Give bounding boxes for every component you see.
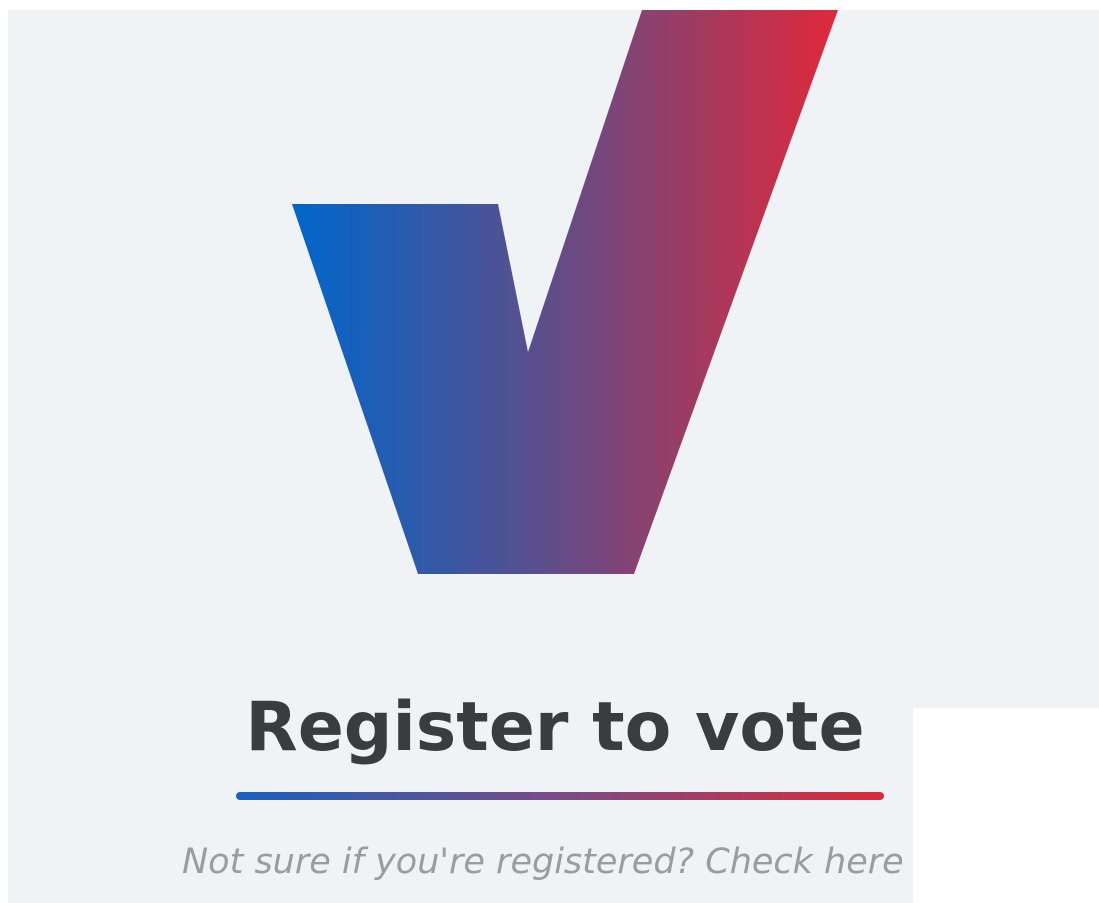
- overlay-corner: [913, 708, 1099, 903]
- checkmark-icon: [292, 10, 838, 574]
- title-underline: [236, 792, 884, 800]
- check-registration-link[interactable]: Not sure if you're registered? Check her…: [182, 838, 904, 886]
- register-to-vote-screen: Register to vote Not sure if you're regi…: [0, 0, 1099, 903]
- logo: [0, 0, 1099, 600]
- checkmark-shape: [292, 10, 838, 574]
